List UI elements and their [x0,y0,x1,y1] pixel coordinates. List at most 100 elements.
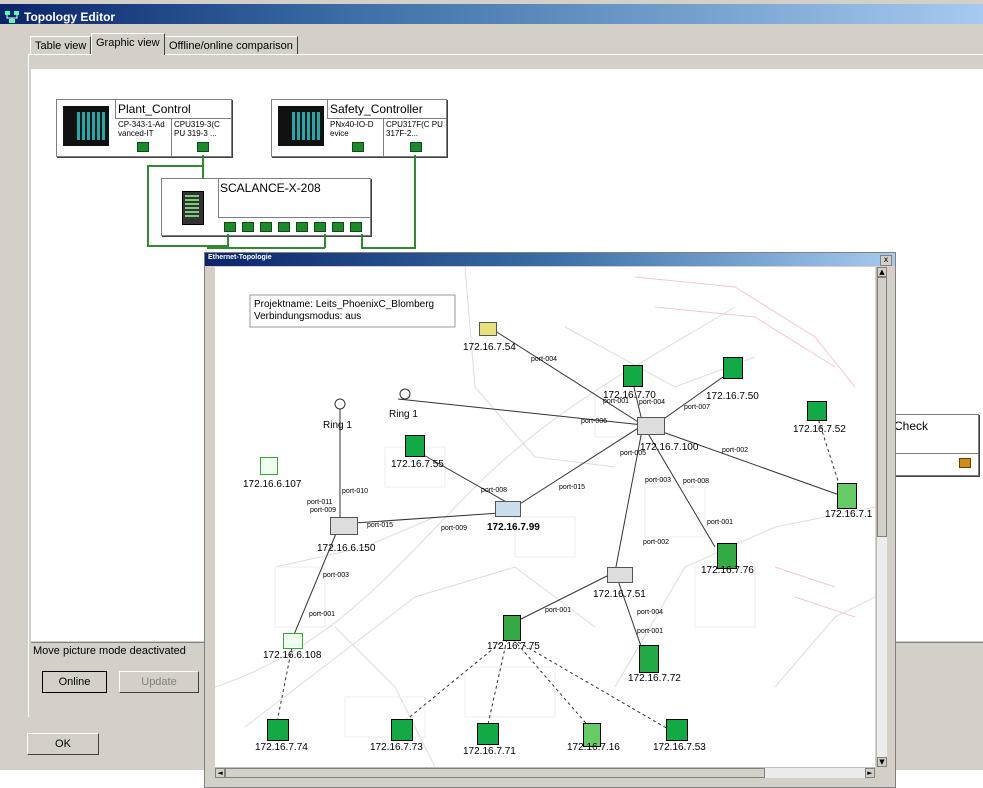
port-label: port-006 [581,418,608,425]
port-indicator[interactable] [314,222,326,232]
module-cp343: CP-343-1-Ad vanced-IT [118,120,165,138]
ring-icon [334,398,346,410]
port-label: port-007 [684,404,711,411]
port-label: port-001 [603,398,630,405]
device-icon[interactable] [837,483,857,509]
connection-line [202,155,204,179]
node-label: 172.16.7.52 [793,424,846,435]
port-indicator[interactable] [959,458,971,468]
device-icon[interactable] [405,435,425,457]
module-pnx40: PNx40-IO-D evice [330,120,374,138]
device-icon[interactable] [391,719,413,741]
device-icon[interactable] [260,457,278,475]
node-label: 172.16.7.16 [567,742,620,753]
port-indicator[interactable] [332,222,344,232]
ring-icon [399,388,411,400]
node-label: 172.16.7.54 [463,342,516,353]
port-indicator[interactable] [278,222,290,232]
node-label: 172.16.7.74 [255,742,308,753]
node-label: 172.16.7.51 [593,589,646,600]
device-icon[interactable] [479,322,497,336]
ring-label: Ring 1 [389,409,418,420]
port-label: port-009 [441,525,468,532]
port-label: port-004 [637,609,664,616]
tab-graphic-view[interactable]: Graphic view [91,33,165,55]
device-safety-controller[interactable]: Safety_Controller PNx40-IO-D evice CPU31… [271,99,447,157]
device-icon[interactable] [495,501,521,517]
update-button[interactable]: Update [119,671,199,693]
horizontal-scroll-thumb[interactable] [225,768,765,778]
node-label: 172.16.7.50 [706,391,759,402]
switch-icon[interactable] [637,417,665,435]
port-indicator[interactable] [410,142,422,152]
device-name: Plant_Control [118,102,191,116]
port-indicator[interactable] [352,142,364,152]
scroll-left-arrow-icon[interactable]: ◄ [215,768,225,778]
device-icon[interactable] [267,719,289,741]
connection-line [361,234,363,248]
port-label: port-004 [639,399,666,406]
node-label: 172.16.7.53 [653,742,706,753]
device-plant-control[interactable]: Plant_Control CP-343-1-Ad vanced-IT CPU3… [56,99,232,157]
port-label: port-011 [307,499,333,506]
topology-map-view[interactable]: Projektname: Leits_PhoenixC_Blomberg Ver… [215,267,875,767]
tab-offline-online-comparison[interactable]: Offline/online comparison [164,36,298,54]
scroll-down-arrow-icon[interactable]: ▼ [877,757,887,767]
device-icon[interactable] [607,567,633,583]
device-icon[interactable] [623,365,643,387]
device-icon[interactable] [639,645,659,673]
ok-button[interactable]: OK [27,733,99,755]
module-cpu319: CPU319-3(C PU 319-3 ... [174,120,220,138]
switch-icon[interactable] [330,517,358,535]
device-scalance-x208[interactable]: SCALANCE-X-208 [161,178,371,236]
port-label: port-009 [310,507,337,514]
connection-line [414,155,416,249]
connection-line [147,165,203,167]
tab-table-view[interactable]: Table view [30,36,92,54]
device-icon[interactable] [477,723,499,745]
node-label: 172.16.7.55 [391,459,444,470]
device-icon[interactable] [666,719,688,741]
device-icon[interactable] [503,615,521,641]
port-label: port-001 [637,628,664,635]
port-indicator[interactable] [296,222,308,232]
port-indicator[interactable] [197,142,209,152]
map-background [215,267,875,767]
connection-mode-label: Verbindungsmodus: aus [254,311,362,322]
scroll-up-arrow-icon[interactable]: ▲ [877,267,887,277]
port-indicator[interactable] [260,222,272,232]
port-indicator[interactable] [350,222,362,232]
node-label: 172.16.6.107 [243,479,302,490]
port-label: port-002 [643,539,670,546]
port-indicator[interactable] [242,222,254,232]
title-bar[interactable]: Ethernet-Topologie x [205,253,895,266]
vertical-scroll-thumb[interactable] [877,277,887,537]
port-indicator[interactable] [224,222,236,232]
title-bar[interactable]: Topology Editor [0,4,983,24]
online-button[interactable]: Online [42,671,107,693]
device-icon[interactable] [807,401,827,421]
connection-line [361,247,416,249]
node-label: 172.16.7.1 [825,509,873,520]
port-label: port-003 [645,477,672,484]
ethernet-topology-window: Ethernet-Topologie x Projektname: Leits_… [204,252,896,788]
device-icon[interactable] [723,357,743,379]
ring-label: Ring 1 [323,420,352,431]
device-partial-check[interactable]: -Check [887,414,979,476]
node-label: 172.16.7.100 [640,442,699,453]
window-title: Topology Editor [24,10,116,24]
device-name: SCALANCE-X-208 [220,181,321,195]
port-label: port-015 [367,522,394,529]
vertical-scrollbar[interactable]: ▲ ▼ [876,267,887,767]
port-indicator[interactable] [137,142,149,152]
connection-line [207,247,325,249]
node-label: 172.16.7.73 [370,742,423,753]
horizontal-scrollbar[interactable]: ◄ ► [215,767,875,778]
module-cpu317f: CPU317F(C PU 317F-2... [386,120,443,138]
connection-line [324,234,326,248]
port-label: port-005 [620,450,647,457]
device-icon[interactable] [283,633,303,649]
close-button[interactable]: x [880,255,892,266]
port-label: port-004 [531,356,558,363]
scroll-right-arrow-icon[interactable]: ► [865,768,875,778]
